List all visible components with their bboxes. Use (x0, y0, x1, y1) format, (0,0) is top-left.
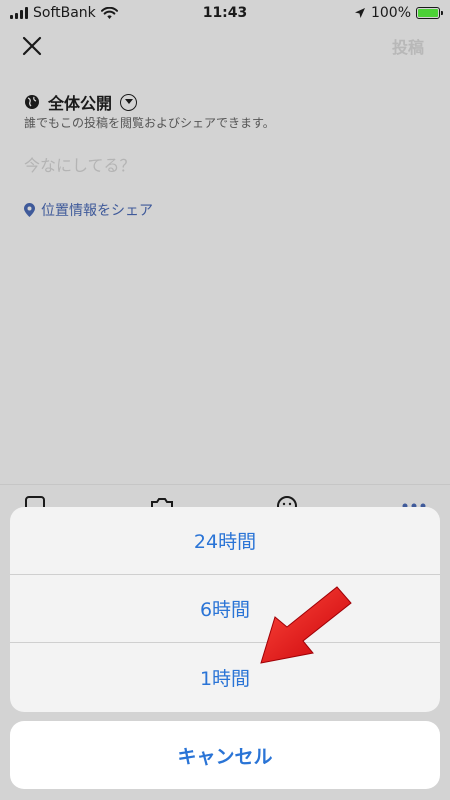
red-arrow-icon (260, 586, 352, 664)
location-label: 位置情報をシェア (41, 203, 153, 219)
cancel-button[interactable]: キャンセル (10, 721, 440, 789)
audience-label: 全体公開 (48, 94, 113, 113)
duration-action-sheet: 24時間 6時間 1時間 (10, 507, 440, 712)
globe-icon (25, 95, 39, 109)
close-icon[interactable] (20, 34, 44, 58)
location-pin-icon (24, 203, 35, 217)
share-location-link[interactable]: 位置情報をシェア (24, 200, 153, 220)
battery-percent: 100% (370, 5, 411, 21)
location-arrow-icon (354, 8, 365, 18)
audience-description: 誰でもこの投稿を閲覧およびシェアできます。 (24, 116, 275, 130)
status-right: 100% (354, 5, 443, 21)
compose-input[interactable]: 今なにしてる？ (24, 152, 136, 176)
status-bar: SoftBank 11:43 100% (0, 0, 450, 28)
chevron-down-icon (120, 93, 138, 111)
option-6-hours[interactable]: 6時間 (10, 575, 440, 643)
audience-selector[interactable]: 全体公開 (24, 90, 138, 114)
post-button[interactable]: 投稿 (392, 34, 424, 58)
option-1-hour[interactable]: 1時間 (10, 643, 440, 712)
option-24-hours[interactable]: 24時間 (10, 507, 440, 575)
battery-icon (416, 7, 443, 19)
